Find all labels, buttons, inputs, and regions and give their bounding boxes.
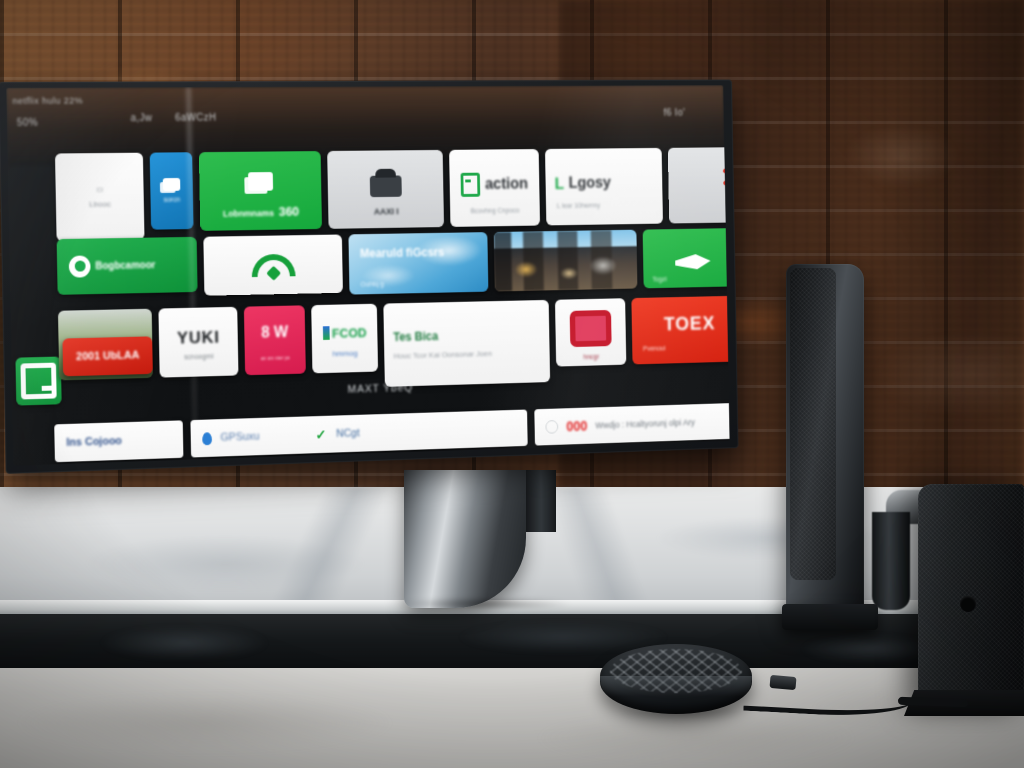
- tile-caption: AAXI I: [373, 206, 399, 217]
- bars-icon: [322, 326, 330, 340]
- tile-caption: Bcovhng Cnpoco: [470, 207, 520, 216]
- chat-icon: [248, 172, 274, 191]
- tile-title: 8 W: [261, 324, 289, 342]
- app-tile[interactable]: TOEX Pvenoui: [631, 295, 730, 365]
- ghost-text-2: 6aWCzH: [175, 112, 217, 124]
- taskbar-item[interactable]: 000 Wwdjo : Hcaltyorunj olpi Ary: [534, 401, 730, 446]
- leaf-icon: [675, 254, 711, 270]
- section-label: MAXT YbeQ: [347, 382, 414, 396]
- tile-title: Bogbcamoor: [95, 259, 156, 272]
- tile-caption: 360: [278, 203, 300, 219]
- app-tile[interactable]: 8 W an sm nter ya: [243, 305, 306, 376]
- taskbar-item-label: GPSuxu: [220, 430, 260, 444]
- app-tile[interactable]: FCOD hmmog: [311, 303, 379, 374]
- app-tile[interactable]: sorcn: [149, 152, 194, 230]
- app-tile[interactable]: action Bcovhng Cnpoco: [449, 149, 541, 227]
- front-desk-surface: [0, 668, 1024, 768]
- app-tile[interactable]: ▭ Lbooc: [54, 152, 145, 242]
- app-tile[interactable]: L Lgosy L lear 10hwrrny: [544, 147, 663, 226]
- status-text-left-2: 50%: [16, 117, 39, 129]
- app-tile[interactable]: [203, 234, 343, 296]
- tile-row-1: ▭ Lbooc sorcn Lobnmnams 360 AAXI I actio…: [54, 146, 730, 242]
- tile-title: Lobnmnams: [222, 208, 274, 219]
- tile-title: TOEX: [663, 313, 716, 336]
- app-tile[interactable]: Bogbcamoor: [56, 236, 198, 295]
- square-icon: [460, 172, 481, 197]
- circle-outline-icon: [545, 419, 559, 434]
- puck-rim: [600, 676, 752, 710]
- tile-title: 2001 UbLAA: [76, 349, 140, 364]
- app-tile[interactable]: Tes Bica Houc Tcor Kai Oonsonar Joen: [383, 299, 551, 387]
- ghost-text-1: a,Jw: [130, 113, 153, 125]
- drop-icon: [202, 431, 213, 445]
- app-tile[interactable]: YUKI scnoogrni: [158, 306, 239, 378]
- tile-caption: an sm nter ya: [260, 355, 290, 363]
- tile-row-3: 2001 UbLAA YUKI scnoogrni 8 W an sm nter…: [57, 295, 730, 397]
- tile-caption: Houc Tcor Kai Oonsonar Joen: [393, 348, 492, 360]
- app-tile-grid: ▭ Lbooc sorcn Lobnmnams 360 AAXI I actio…: [7, 138, 730, 466]
- monitor-stand-shadow: [360, 596, 610, 612]
- tile-caption: Oohtq g: [360, 281, 384, 289]
- tile-row-2: Bogbcamoor Mearuld fiGcsrs Oohtq g Tcgzi: [56, 226, 730, 300]
- app-tile[interactable]: AAXI I: [327, 149, 445, 229]
- tile-title: action: [484, 175, 529, 193]
- taskbar-item-label: Wwdjo : Hcaltyorunj olpi Ary: [595, 417, 695, 431]
- tile-caption: sorcn: [163, 196, 181, 204]
- app-tile[interactable]: Mearuld fiGcsrs Oohtq g: [348, 232, 489, 295]
- app-tile[interactable]: · · ·: [667, 146, 730, 224]
- app-tile[interactable]: Lobnmnams 360: [198, 151, 323, 231]
- tile-caption: Tcgzi: [652, 276, 667, 284]
- app-tile[interactable]: Tcgzi: [642, 227, 730, 289]
- tall-speaker-base: [782, 604, 878, 630]
- monitor-screen[interactable]: netflix hulu 22% 50% a,Jw 6aWCzH f6 Io' …: [6, 85, 730, 466]
- chat-icon: [162, 177, 181, 191]
- tile-caption: Lbooc: [89, 199, 111, 209]
- tile-title: Mearuld fiGcsrs: [359, 245, 445, 261]
- arc-icon: [251, 253, 296, 277]
- tile-title: Lgosy: [568, 174, 612, 192]
- circle-icon: [68, 255, 91, 278]
- tile-caption: scnoogrni: [184, 353, 214, 361]
- speaker-driver-port: [960, 596, 976, 612]
- tile-title: YUKI: [176, 327, 221, 348]
- taskbar-badge: 000: [566, 418, 588, 435]
- photo-scene: netflix hulu 22% 50% a,Jw 6aWCzH f6 Io' …: [0, 0, 1024, 768]
- monitor-stand-post: [526, 470, 556, 532]
- ghost-text-right: f6 Io': [663, 108, 686, 119]
- tile-title: FCOD: [331, 324, 367, 341]
- g-icon: [20, 362, 57, 400]
- app-tile-banner[interactable]: 2001 UbLAA: [62, 336, 153, 377]
- computer-monitor: netflix hulu 22% 50% a,Jw 6aWCzH f6 Io' …: [0, 79, 739, 474]
- check-icon: ✓: [315, 426, 327, 442]
- taskbar-item-label: Ins Cojooo: [66, 435, 123, 449]
- tile-title: Tes Bica: [393, 328, 439, 344]
- tile-caption: hncgr: [583, 353, 600, 361]
- status-text-left: netflix hulu 22%: [12, 95, 84, 106]
- monitor-arm-post: [872, 512, 910, 610]
- taskbar-item[interactable]: Ins Cojooo: [54, 420, 184, 463]
- sidebar-app-tile[interactable]: [15, 356, 62, 406]
- app-tile[interactable]: hncgr: [554, 298, 627, 367]
- tile-caption: L lear 10hwrrny: [556, 202, 601, 210]
- tile-caption: hmmog: [332, 348, 358, 358]
- tile-caption: Pvenoui: [642, 345, 666, 353]
- camera-icon: [369, 175, 402, 198]
- round-icon: [569, 309, 612, 347]
- tall-tower-speaker: [786, 264, 864, 616]
- taskbar-item-label: NCgt: [336, 427, 360, 440]
- app-tile-photo[interactable]: [493, 229, 638, 292]
